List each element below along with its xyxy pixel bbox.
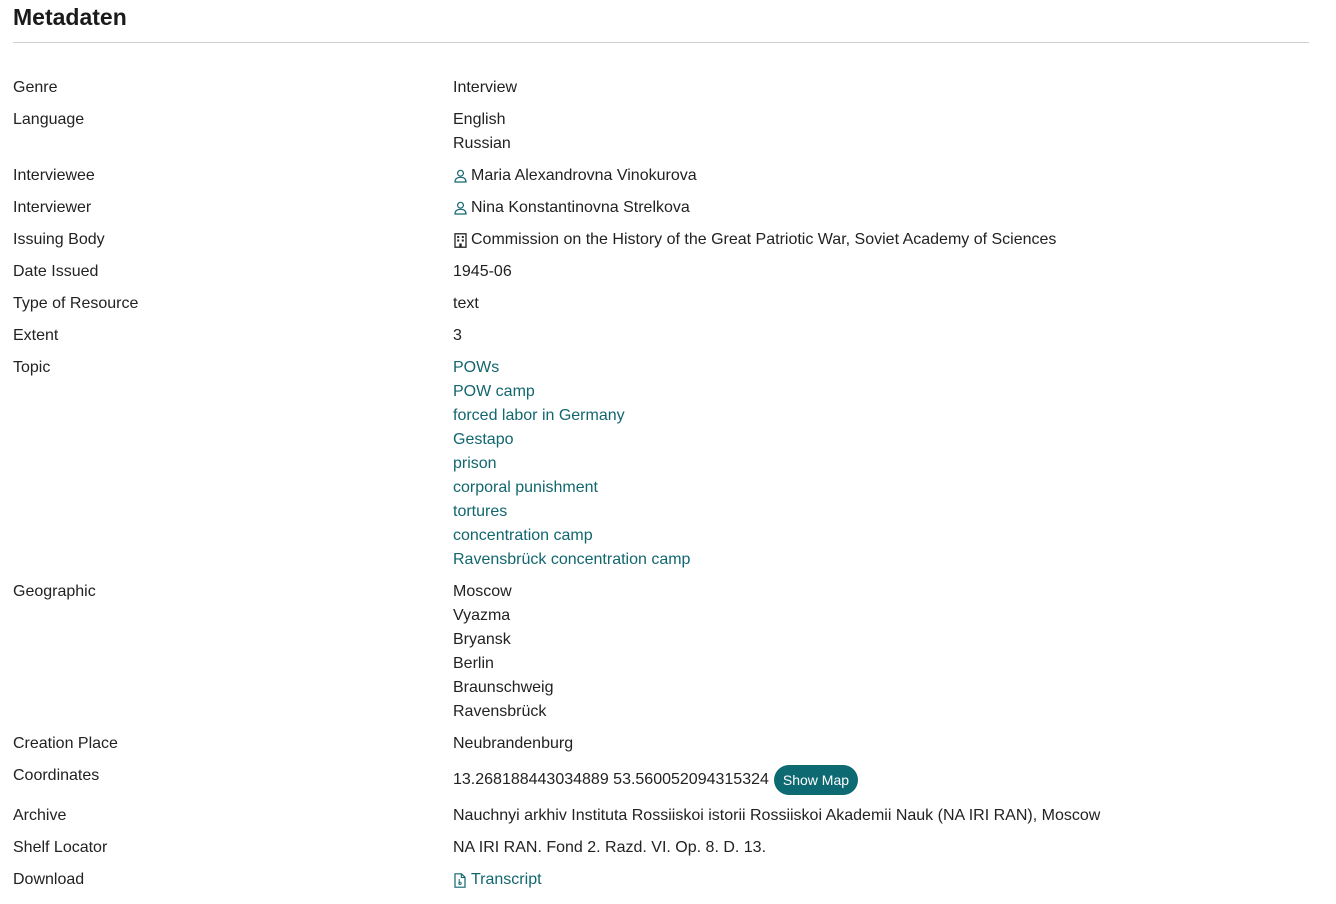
issuing-body-name: Commission on the History of the Great P… (471, 231, 1057, 248)
field-label: Shelf Locator (13, 839, 108, 856)
field-label: Download (13, 871, 85, 888)
place-name: Bryansk (453, 631, 511, 648)
field-label: Creation Place (13, 735, 118, 752)
place-name: Berlin (453, 655, 494, 672)
field-value: Neubrandenburg (453, 735, 574, 752)
title-divider (13, 42, 1309, 43)
field-label: Interviewer (13, 199, 92, 216)
topic-link[interactable]: forced labor in Germany (453, 404, 625, 428)
field-interviewer: Interviewer Nina Konstantinovna Strelkov… (13, 196, 1309, 220)
field-value: Russian (453, 135, 511, 152)
topic-link[interactable]: POW camp (453, 380, 535, 404)
field-archive: Archive Nauchnyi arkhiv Instituta Rossii… (13, 804, 1309, 828)
interviewer-name: Nina Konstantinovna Strelkova (471, 199, 690, 216)
interviewee-name: Maria Alexandrovna Vinokurova (471, 167, 697, 184)
place-name: Braunschweig (453, 679, 554, 696)
transcript-download-link[interactable]: Transcript (471, 868, 542, 892)
field-extent: Extent 3 (13, 324, 1309, 348)
field-label: Language (13, 111, 85, 128)
field-value: 1945-06 (453, 263, 512, 280)
topic-link[interactable]: tortures (453, 500, 507, 524)
topic-link[interactable]: Gestapo (453, 428, 513, 452)
topic-link[interactable]: POWs (453, 356, 499, 380)
building-icon (453, 232, 467, 248)
field-label: Date Issued (13, 263, 99, 280)
topic-link[interactable]: Ravensbrück concentration camp (453, 548, 690, 572)
person-icon (453, 200, 467, 216)
place-name: Moscow (453, 583, 512, 600)
field-download: Download Transcript (13, 868, 1309, 892)
field-type-of-resource: Type of Resource text (13, 292, 1309, 316)
field-label: Coordinates (13, 767, 100, 784)
topic-link[interactable]: concentration camp (453, 524, 593, 548)
field-label: Archive (13, 807, 67, 824)
topic-link[interactable]: prison (453, 452, 497, 476)
field-date-issued: Date Issued 1945-06 (13, 260, 1309, 284)
field-label: Geographic (13, 583, 96, 600)
place-name: Ravensbrück (453, 703, 547, 720)
field-topic: Topic POWs POW camp forced labor in Germ… (13, 356, 1309, 572)
field-value: text (453, 295, 479, 312)
field-value: English (453, 111, 506, 128)
field-language: Language English Russian (13, 108, 1309, 156)
field-value: NA IRI RAN. Fond 2. Razd. VI. Op. 8. D. … (453, 839, 767, 856)
field-label: Genre (13, 79, 58, 96)
field-label: Extent (13, 327, 59, 344)
field-label: Issuing Body (13, 231, 105, 248)
field-label: Type of Resource (13, 295, 139, 312)
show-map-button[interactable]: Show Map (773, 765, 859, 795)
field-issuing-body: Issuing Body Commission on the History o… (13, 228, 1309, 252)
field-value: Nauchnyi arkhiv Instituta Rossiiskoi ist… (453, 807, 1101, 824)
metadata-panel: Metadaten Genre Interview Language Engli… (0, 0, 1336, 904)
metadata-list: Genre Interview Language English Russian… (13, 76, 1309, 900)
field-creation-place: Creation Place Neubrandenburg (13, 732, 1309, 756)
field-interviewee: Interviewee Maria Alexandrovna Vinokurov… (13, 164, 1309, 188)
person-icon (453, 168, 467, 184)
page-title: Metadaten (13, 4, 127, 30)
field-label: Topic (13, 359, 51, 376)
topic-link[interactable]: corporal punishment (453, 476, 598, 500)
coordinates-value: 13.268188443034889 53.560052094315324 (453, 771, 769, 788)
field-label: Interviewee (13, 167, 95, 184)
field-genre: Genre Interview (13, 76, 1309, 100)
place-name: Vyazma (453, 607, 511, 624)
field-value: Interview (453, 79, 518, 96)
field-geographic: Geographic Moscow Vyazma Bryansk Berlin … (13, 580, 1309, 724)
field-coordinates: Coordinates 13.268188443034889 53.560052… (13, 764, 1309, 796)
field-shelf-locator: Shelf Locator NA IRI RAN. Fond 2. Razd. … (13, 836, 1309, 860)
file-icon (453, 872, 467, 888)
field-value: 3 (453, 327, 462, 344)
